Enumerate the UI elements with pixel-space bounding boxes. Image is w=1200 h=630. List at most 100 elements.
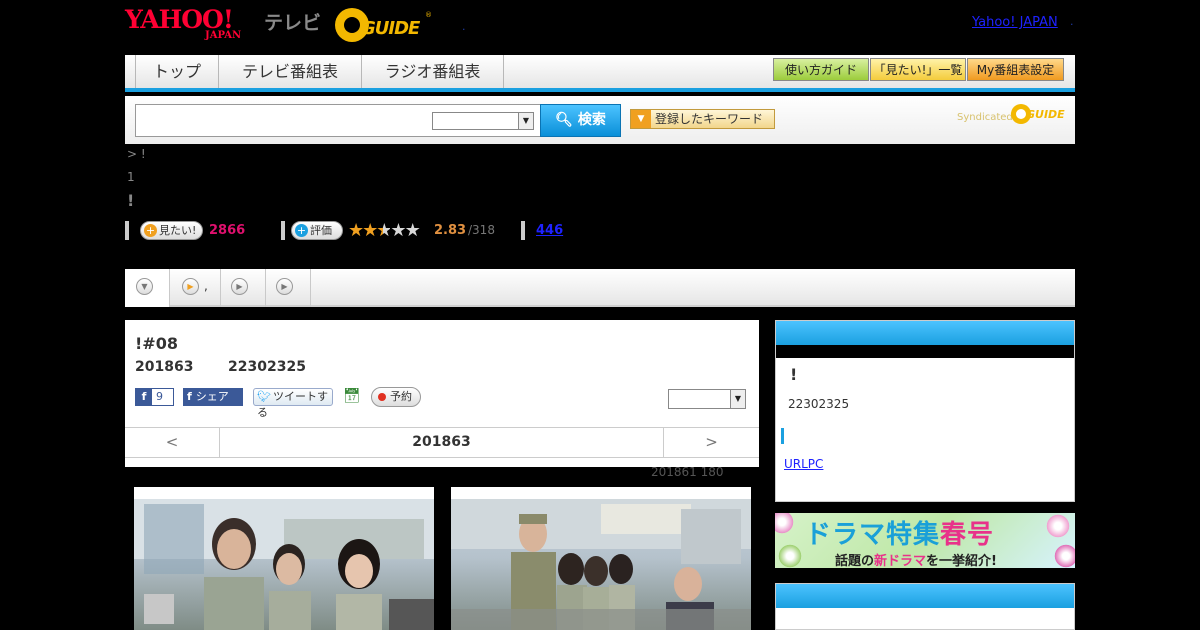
program-series-title: ! (127, 191, 135, 210)
next-date-button[interactable]: > (663, 428, 759, 457)
photo-caption: 201861 180 (651, 465, 724, 479)
reserve-label: 予約 (390, 390, 412, 403)
drama-special-banner[interactable]: ドラマ特集春号 話題の新ドラマを一挙紹介! (775, 513, 1075, 568)
broadcast-time: 22302325 (228, 359, 306, 375)
facebook-like-count[interactable]: f9 (135, 388, 174, 406)
divider-bar (281, 221, 285, 240)
search-category-select[interactable]: ▼ (432, 112, 534, 130)
program-photo[interactable] (451, 487, 751, 630)
photo-scene (134, 499, 434, 630)
rate-button[interactable]: + 評価 (291, 221, 343, 240)
sidebar-subheader (776, 345, 1074, 358)
tab-overview[interactable]: ▼ (125, 269, 170, 307)
prev-date-button[interactable]: < (125, 428, 220, 457)
star-empty-icon: ★ (390, 220, 406, 241)
star-empty-icon: ★ (404, 220, 421, 241)
tab-related[interactable]: ▶ (266, 269, 311, 307)
japan-logo-text: JAPAN (205, 30, 242, 41)
star-full-icon: ★ (348, 220, 364, 241)
program-detail-panel: !#08 201863 22302325 f9 f シェア 🐦︎ ツイートする 📅︎… (125, 320, 759, 467)
search-band: ▼ 🔍︎ 検索 ▼ 登録したキーワード Syndicated GUIDE (125, 96, 1075, 144)
sidebar-header (776, 584, 1074, 608)
breadcrumb[interactable]: > ! (127, 147, 146, 161)
broadcast-date: 201863 (135, 359, 194, 375)
banner-sub-post: を一挙紹介! (926, 554, 997, 568)
date-navigation: < 201863 > (125, 427, 759, 458)
my-listings-settings-button[interactable]: My番組表設定 (967, 58, 1064, 81)
banner-sub-new: 新ドラマ (874, 554, 927, 568)
star-full-icon: ★ (362, 220, 378, 241)
rate-label: 評価 (310, 224, 332, 237)
want-count: 2866 (209, 223, 246, 238)
plus-icon: + (144, 224, 157, 237)
current-date: 201863 (412, 434, 471, 450)
rating-count: /318 (468, 223, 495, 237)
reserve-button[interactable]: 予約 (371, 387, 421, 407)
nav-tab-radio-listings[interactable]: ラジオ番組表 (362, 55, 504, 88)
episode-title: !#08 (135, 334, 178, 353)
photo-illustration (134, 499, 434, 630)
banner-title: ドラマ特集春号 (805, 514, 994, 551)
sidebar-url-link[interactable]: URLPC (784, 457, 823, 471)
registered-mark: ® (425, 11, 432, 19)
facebook-share-button[interactable]: f シェア (183, 388, 243, 406)
syndicated-text: Syndicated (957, 112, 1013, 123)
program-tab-strip: ▼ ▶ , ▶ ▶ (125, 269, 1075, 307)
flower-icon (1053, 543, 1075, 568)
yahoo-japan-link[interactable]: Yahoo! JAPAN (972, 15, 1058, 30)
photo-illustration (451, 499, 751, 630)
search-button[interactable]: 🔍︎ 検索 (540, 104, 621, 137)
want-list-button[interactable]: 「見たい!」一覧 (870, 58, 966, 81)
tab-episodes[interactable]: ▶ , (170, 269, 221, 307)
facebook-icon: f (136, 389, 152, 405)
program-photo[interactable] (134, 487, 434, 630)
header-dot: . (462, 20, 466, 33)
flower-icon (775, 513, 795, 535)
photo-scene (451, 499, 751, 630)
global-nav-bar: トップ テレビ番組表 ラジオ番組表 使い方ガイド 「見たい!」一覧 My番組表設… (125, 55, 1075, 92)
tweet-button[interactable]: 🐦︎ ツイートする (253, 388, 333, 419)
facebook-share-label: シェア (195, 390, 229, 403)
plus-icon: + (295, 224, 308, 237)
sidebar-section-marker (781, 428, 784, 444)
usage-guide-button[interactable]: 使い方ガイド (773, 58, 869, 81)
sidebar-program-time: 22302325 (788, 397, 850, 411)
syndicated-logo-text: GUIDE (1026, 108, 1065, 121)
divider-bar (125, 221, 129, 240)
want-button[interactable]: + 見たい! (140, 221, 203, 240)
add-calendar-icon[interactable]: 📅︎ (343, 388, 361, 404)
nav-tab-top[interactable]: トップ (135, 55, 219, 88)
review-count-link[interactable]: 446 (536, 223, 563, 238)
tab-reviews[interactable]: ▶ (221, 269, 266, 307)
sidebar-program-box: ! 22302325 URLPC (775, 320, 1075, 502)
play-icon: ▶ (276, 278, 293, 295)
facebook-count-value: 9 (156, 390, 163, 403)
play-icon: ▶ (231, 278, 248, 295)
saved-keywords-button[interactable]: ▼ 登録したキーワード (630, 109, 775, 129)
divider-bar (521, 221, 525, 240)
select-arrow-icon: ▼ (730, 390, 745, 408)
want-label: 見たい! (159, 224, 197, 237)
star-half-icon: ★ (376, 220, 392, 241)
dropdown-arrow-icon: ▼ (631, 110, 651, 128)
saved-keywords-label: 登録したキーワード (655, 112, 764, 126)
gguide-logo[interactable]: GUIDE ® (335, 8, 432, 42)
search-icon: 🔍︎ (555, 112, 573, 128)
record-dot-icon (378, 393, 386, 401)
flower-icon (1045, 513, 1071, 539)
chevron-down-icon: ▼ (136, 278, 153, 295)
nav-tab-tv-listings[interactable]: テレビ番組表 (219, 55, 362, 88)
small-text: 1 (127, 170, 135, 184)
tv-logo-text[interactable]: テレビ (264, 8, 321, 35)
header-dot-right: . (1070, 15, 1074, 28)
yahoo-japan-logo[interactable]: YAHOO! JAPAN (125, 5, 261, 41)
banner-sub-pre: 話題の (835, 554, 875, 568)
recorder-select[interactable]: ▼ (668, 389, 746, 409)
sidebar-program-title: ! (790, 365, 798, 384)
sidebar-second-box (775, 583, 1075, 630)
sidebar-header (776, 321, 1074, 345)
leaf-icon (777, 543, 803, 568)
banner-subtitle: 話題の新ドラマを一挙紹介! (835, 550, 997, 568)
select-arrow-icon: ▼ (518, 113, 533, 129)
banner-title-text: ドラマ特集 (805, 520, 941, 550)
